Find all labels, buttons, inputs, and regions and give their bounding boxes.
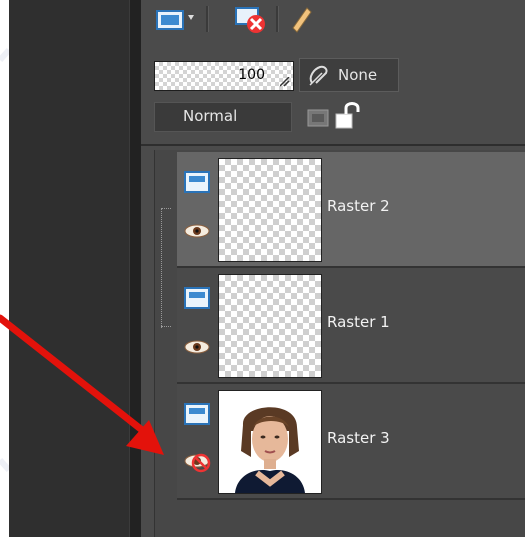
mask-icon[interactable] — [306, 106, 332, 130]
layers-list: Raster 2 Raster 1 Raster 3 — [154, 150, 525, 537]
tree-branch — [161, 208, 171, 209]
lock-icon[interactable] — [334, 100, 362, 130]
layer-row-raster-3[interactable]: Raster 3 — [177, 384, 525, 500]
layers-palette: 100 None Normal Raster 2 Raster 1 Raster… — [141, 0, 525, 537]
tree-branch — [161, 326, 171, 327]
delete-layer-icon — [235, 7, 265, 33]
visibility-eye-icon[interactable] — [183, 338, 213, 356]
resize-grip-icon — [280, 77, 290, 87]
raster-layer-icon — [184, 403, 210, 425]
blend-mode-label: Normal — [183, 107, 238, 125]
group-tree-line — [161, 208, 162, 328]
layer-thumbnail — [218, 274, 322, 378]
link-set-button[interactable]: None — [299, 58, 399, 92]
raster-layer-icon — [184, 171, 210, 193]
visibility-eye-icon[interactable] — [183, 222, 213, 240]
layers-toolbar — [141, 0, 525, 40]
raster-layer-icon — [184, 287, 210, 309]
brush-icon — [292, 7, 312, 33]
hidden-eye-icon[interactable] — [183, 448, 215, 474]
opacity-field[interactable]: 100 — [154, 61, 294, 91]
blend-mode-select[interactable]: Normal — [154, 102, 305, 233]
palette-separator — [141, 144, 525, 146]
layer-name: Raster 1 — [327, 313, 390, 331]
layer-thumbnail-portrait — [218, 390, 322, 494]
layer-thumbnail — [218, 158, 322, 262]
layer-row-raster-1[interactable]: Raster 1 — [177, 268, 525, 384]
layer-name: Raster 2 — [327, 197, 390, 215]
psp-screen: 100 None Normal Raster 2 Raster 1 Raster… — [9, 0, 525, 537]
link-set-label: None — [338, 66, 378, 84]
link-icon — [309, 65, 328, 86]
left-workspace — [9, 0, 129, 537]
opacity-value: 100 — [238, 67, 265, 83]
edit-brush-button[interactable] — [286, 4, 316, 34]
new-raster-layer-icon — [156, 10, 194, 30]
new-layer-button[interactable] — [151, 4, 199, 34]
delete-layer-button[interactable] — [226, 4, 274, 34]
portrait-image — [219, 391, 321, 493]
layer-row-raster-2[interactable]: Raster 2 — [177, 152, 525, 268]
layer-name: Raster 3 — [327, 429, 390, 447]
